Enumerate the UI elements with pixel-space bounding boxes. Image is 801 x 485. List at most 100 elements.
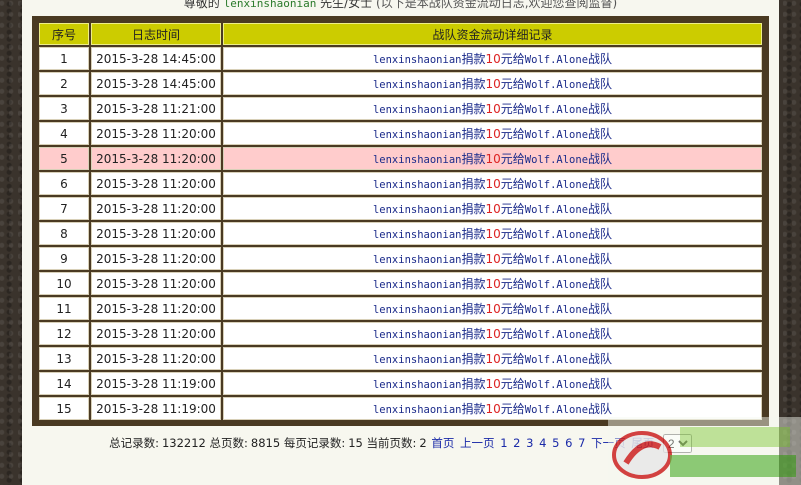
detail-team: Wolf.Alone xyxy=(524,154,589,166)
detail-unit: 元给 xyxy=(500,127,525,141)
detail-amount: 10 xyxy=(485,352,501,366)
row-time: 2015-3-28 11:19:00 xyxy=(91,397,221,420)
row-number: 8 xyxy=(39,222,89,245)
row-number: 13 xyxy=(39,347,89,370)
greeting-title: 先生/女士 xyxy=(320,0,373,10)
detail-amount: 10 xyxy=(485,252,501,266)
table-header-row: 序号 日志时间 战队资金流动详细记录 xyxy=(39,23,762,45)
detail-team: Wolf.Alone xyxy=(524,54,589,66)
detail-unit: 元给 xyxy=(500,52,525,66)
detail-verb: 捐款 xyxy=(461,127,486,141)
detail-username: lenxinshaonian xyxy=(372,254,462,266)
col-header-time: 日志时间 xyxy=(91,23,221,45)
page-link-3[interactable]: 3 xyxy=(526,436,533,450)
detail-amount: 10 xyxy=(485,177,501,191)
detail-suffix: 战队 xyxy=(588,252,613,266)
detail-team: Wolf.Alone xyxy=(524,229,589,241)
table-row: 14 2015-3-28 11:19:00 lenxinshaonian捐款10元给… xyxy=(39,372,762,395)
row-detail: lenxinshaonian捐款10元给Wolf.Alone战队 xyxy=(223,172,762,195)
row-detail: lenxinshaonian捐款10元给Wolf.Alone战队 xyxy=(223,147,762,170)
detail-suffix: 战队 xyxy=(588,352,613,366)
detail-suffix: 战队 xyxy=(588,102,613,116)
row-detail: lenxinshaonian捐款10元给Wolf.Alone战队 xyxy=(223,47,762,70)
page-link-4[interactable]: 4 xyxy=(539,436,546,450)
row-time: 2015-3-28 14:45:00 xyxy=(91,47,221,70)
greeting-line: 尊敬的 lenxinshaonian 先生/女士 (以下是本战队资金流动日志,欢… xyxy=(22,0,779,11)
page-link-6[interactable]: 6 xyxy=(565,436,572,450)
detail-verb: 捐款 xyxy=(461,52,486,66)
detail-amount: 10 xyxy=(485,327,501,341)
detail-username: lenxinshaonian xyxy=(372,229,462,241)
row-time: 2015-3-28 11:21:00 xyxy=(91,97,221,120)
detail-username: lenxinshaonian xyxy=(372,354,462,366)
table-row: 9 2015-3-28 11:20:00 lenxinshaonian捐款10元给W… xyxy=(39,247,762,270)
row-detail: lenxinshaonian捐款10元给Wolf.Alone战队 xyxy=(223,197,762,220)
fund-log-table: 序号 日志时间 战队资金流动详细记录 1 2015-3-28 14:45:00 le… xyxy=(37,21,764,422)
detail-team: Wolf.Alone xyxy=(524,404,589,416)
table-row: 2 2015-3-28 14:45:00 lenxinshaonian捐款10元给W… xyxy=(39,72,762,95)
detail-suffix: 战队 xyxy=(588,52,613,66)
detail-username: lenxinshaonian xyxy=(372,279,462,291)
detail-unit: 元给 xyxy=(500,77,525,91)
first-page-link[interactable]: 首页 xyxy=(431,436,454,450)
row-number: 10 xyxy=(39,272,89,295)
row-number: 1 xyxy=(39,47,89,70)
detail-verb: 捐款 xyxy=(461,102,486,116)
detail-unit: 元给 xyxy=(500,277,525,291)
detail-username: lenxinshaonian xyxy=(372,104,462,116)
detail-username: lenxinshaonian xyxy=(372,404,462,416)
detail-username: lenxinshaonian xyxy=(372,304,462,316)
row-detail: lenxinshaonian捐款10元给Wolf.Alone战队 xyxy=(223,97,762,120)
table-row: 8 2015-3-28 11:20:00 lenxinshaonian捐款10元给W… xyxy=(39,222,762,245)
detail-verb: 捐款 xyxy=(461,352,486,366)
detail-amount: 10 xyxy=(485,52,501,66)
detail-amount: 10 xyxy=(485,152,501,166)
log-table-body: 1 2015-3-28 14:45:00 lenxinshaonian捐款10元给W… xyxy=(39,47,762,420)
row-time: 2015-3-28 11:20:00 xyxy=(91,147,221,170)
row-time: 2015-3-28 11:20:00 xyxy=(91,247,221,270)
table-row: 1 2015-3-28 14:45:00 lenxinshaonian捐款10元给W… xyxy=(39,47,762,70)
row-time: 2015-3-28 11:20:00 xyxy=(91,172,221,195)
detail-team: Wolf.Alone xyxy=(524,329,589,341)
detail-team: Wolf.Alone xyxy=(524,129,589,141)
page-link-2[interactable]: 2 xyxy=(513,436,520,450)
detail-team: Wolf.Alone xyxy=(524,354,589,366)
row-number: 5 xyxy=(39,147,89,170)
detail-unit: 元给 xyxy=(500,402,525,416)
row-number: 7 xyxy=(39,197,89,220)
detail-amount: 10 xyxy=(485,402,501,416)
page-link-1[interactable]: 1 xyxy=(500,436,507,450)
row-time: 2015-3-28 11:20:00 xyxy=(91,122,221,145)
prev-page-link[interactable]: 上一页 xyxy=(460,436,495,450)
total-pages-label: 总页数: xyxy=(209,436,248,450)
detail-username: lenxinshaonian xyxy=(372,129,462,141)
greeting-prefix: 尊敬的 xyxy=(183,0,220,10)
detail-suffix: 战队 xyxy=(588,402,613,416)
page-link-5[interactable]: 5 xyxy=(552,436,559,450)
total-records-value: 132212 xyxy=(161,436,206,450)
detail-verb: 捐款 xyxy=(461,327,486,341)
detail-unit: 元给 xyxy=(500,202,525,216)
detail-username: lenxinshaonian xyxy=(372,154,462,166)
detail-suffix: 战队 xyxy=(588,177,613,191)
detail-unit: 元给 xyxy=(500,102,525,116)
page-link-7[interactable]: 7 xyxy=(578,436,585,450)
row-number: 2 xyxy=(39,72,89,95)
detail-team: Wolf.Alone xyxy=(524,79,589,91)
detail-team: Wolf.Alone xyxy=(524,254,589,266)
row-detail: lenxinshaonian捐款10元给Wolf.Alone战队 xyxy=(223,72,762,95)
detail-verb: 捐款 xyxy=(461,202,486,216)
table-row: 3 2015-3-28 11:21:00 lenxinshaonian捐款10元给W… xyxy=(39,97,762,120)
detail-unit: 元给 xyxy=(500,227,525,241)
detail-username: lenxinshaonian xyxy=(372,379,462,391)
detail-suffix: 战队 xyxy=(588,277,613,291)
row-detail: lenxinshaonian捐款10元给Wolf.Alone战队 xyxy=(223,372,762,395)
detail-username: lenxinshaonian xyxy=(372,79,462,91)
detail-team: Wolf.Alone xyxy=(524,379,589,391)
log-table-frame: 序号 日志时间 战队资金流动详细记录 1 2015-3-28 14:45:00 le… xyxy=(32,16,769,426)
table-row: 6 2015-3-28 11:20:00 lenxinshaonian捐款10元给W… xyxy=(39,172,762,195)
detail-unit: 元给 xyxy=(500,327,525,341)
detail-suffix: 战队 xyxy=(588,327,613,341)
detail-suffix: 战队 xyxy=(588,377,613,391)
detail-suffix: 战队 xyxy=(588,227,613,241)
